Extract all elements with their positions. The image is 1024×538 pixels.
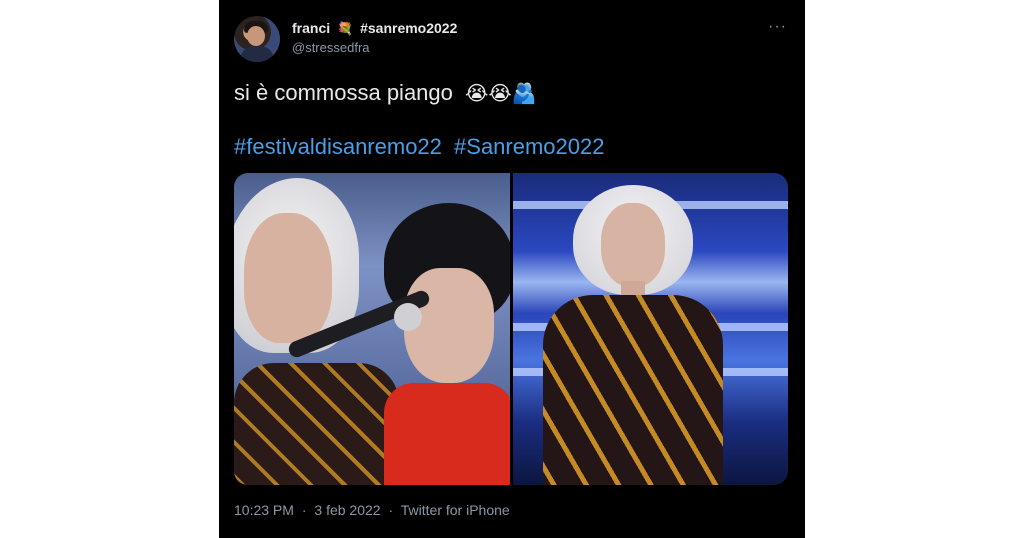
photo-right[interactable] — [512, 173, 788, 485]
microphone-head — [394, 303, 422, 331]
meta-separator: · — [301, 502, 307, 518]
tweet-text: si è commossa piango 😭😭🫂 — [234, 80, 537, 106]
meta-separator: · — [388, 502, 394, 518]
tweet-time[interactable]: 10:23 PM — [234, 502, 294, 518]
face — [600, 203, 665, 287]
tweet-card: franci 💐 #sanremo2022 @stressedfra ··· s… — [219, 0, 805, 538]
display-name-row[interactable]: franci 💐 #sanremo2022 — [292, 20, 457, 37]
user-handle[interactable]: @stressedfra — [292, 40, 370, 55]
display-name[interactable]: franci — [292, 20, 330, 36]
hashtag-link[interactable]: #Sanremo2022 — [454, 134, 604, 159]
patterned-outfit — [542, 295, 723, 485]
tweet-date[interactable]: 3 feb 2022 — [314, 502, 380, 518]
face — [244, 213, 332, 343]
avatar[interactable] — [234, 16, 280, 62]
photo-left[interactable] — [234, 173, 510, 485]
bouquet-emoji: 💐 — [337, 21, 354, 36]
tweet-hashtags: #festivaldisanremo22 #Sanremo2022 — [234, 134, 604, 160]
tweet-text-body: si è commossa piango — [234, 80, 453, 105]
tweet-meta: 10:23 PM · 3 feb 2022 · Twitter for iPho… — [234, 502, 510, 518]
tweet-emojis: 😭😭🫂 — [465, 83, 537, 105]
avatar-shirt — [240, 46, 274, 62]
display-name-hashtag: #sanremo2022 — [360, 20, 458, 36]
tweet-source[interactable]: Twitter for iPhone — [401, 502, 510, 518]
patterned-jacket — [234, 363, 399, 485]
avatar-face — [247, 26, 265, 46]
red-jacket — [384, 383, 510, 485]
hashtag-link[interactable]: #festivaldisanremo22 — [234, 134, 442, 159]
media-grid — [234, 173, 788, 485]
page: franci 💐 #sanremo2022 @stressedfra ··· s… — [0, 0, 1024, 538]
more-options-icon[interactable]: ··· — [768, 18, 787, 36]
